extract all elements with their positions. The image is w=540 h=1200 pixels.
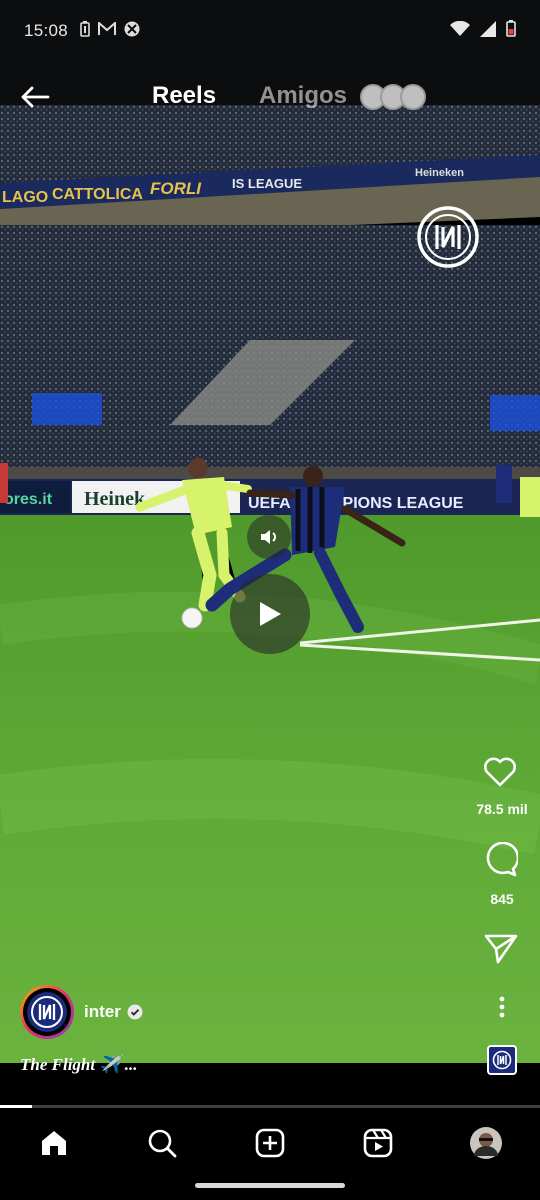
search-icon	[148, 1129, 177, 1158]
battery-icon	[506, 20, 516, 42]
home-icon	[42, 1131, 66, 1155]
audio-thumbnail[interactable]	[487, 1045, 517, 1075]
xbox-icon	[124, 21, 140, 42]
status-bar: 15:08	[0, 0, 540, 62]
play-button[interactable]	[230, 574, 310, 654]
friend-avatars[interactable]	[360, 84, 430, 110]
ad-text: LAGO	[2, 189, 48, 206]
verified-badge-icon	[127, 1004, 143, 1020]
nav-profile[interactable]	[466, 1123, 506, 1163]
like-count: 78.5 mil	[476, 801, 528, 817]
inter-logo-icon	[27, 992, 67, 1032]
nav-search[interactable]	[142, 1123, 182, 1163]
arrow-left-icon	[21, 86, 50, 108]
heart-icon	[484, 757, 516, 787]
ad-text: IS LEAGUE	[232, 176, 302, 191]
wifi-icon	[450, 20, 470, 42]
more-options-button[interactable]	[480, 985, 524, 1029]
more-vertical-icon	[499, 996, 505, 1018]
inter-logo-icon	[492, 1050, 512, 1070]
signal-icon	[480, 20, 496, 42]
mute-button[interactable]	[247, 515, 291, 559]
speaker-icon	[261, 530, 276, 544]
nav-home[interactable]	[34, 1123, 74, 1163]
home-indicator[interactable]	[195, 1183, 345, 1188]
share-button[interactable]	[479, 927, 523, 971]
gmail-icon	[98, 20, 117, 41]
create-icon	[255, 1128, 285, 1158]
avatar[interactable]	[20, 985, 74, 1039]
comment-count: 845	[490, 891, 514, 907]
ad-text: CATTOLICA	[52, 186, 143, 203]
tab-amigos[interactable]: Amigos	[259, 82, 347, 110]
like-button[interactable]	[478, 750, 522, 794]
post-caption[interactable]: The Flight ✈️ ...	[20, 1055, 138, 1075]
status-time: 15:08	[24, 21, 69, 40]
reels-icon	[363, 1128, 393, 1158]
ad-text: FORLI	[150, 179, 202, 198]
profile-avatar	[470, 1127, 502, 1159]
board-text: ores.it	[4, 491, 53, 508]
play-icon	[260, 602, 281, 626]
nav-create[interactable]	[250, 1123, 290, 1163]
comment-button[interactable]	[478, 838, 522, 882]
comment-icon	[486, 842, 518, 877]
reels-header: Reels Amigos	[0, 72, 540, 122]
battery-saver-icon	[80, 20, 90, 42]
username[interactable]: inter	[84, 1002, 121, 1022]
tab-reels[interactable]: Reels	[152, 82, 216, 110]
post-author[interactable]: inter	[20, 985, 143, 1039]
send-icon	[484, 934, 518, 964]
reel-video[interactable]: LAGO CATTOLICA FORLI IS LEAGUE Heineken …	[0, 105, 540, 1063]
inter-watermark-logo	[416, 205, 480, 269]
back-button[interactable]	[18, 80, 52, 114]
ad-text: Heineken	[415, 167, 464, 179]
nav-reels[interactable]	[358, 1123, 398, 1163]
